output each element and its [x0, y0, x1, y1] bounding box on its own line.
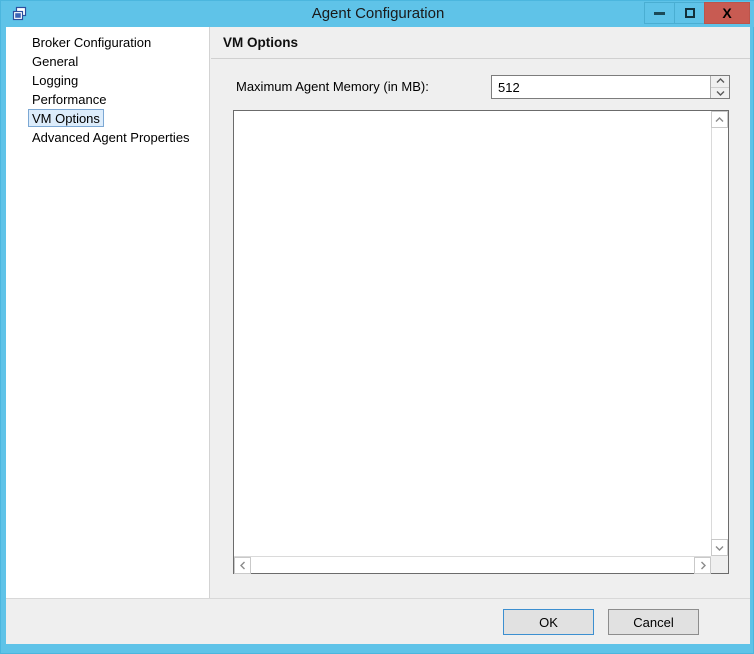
max-memory-row: Maximum Agent Memory (in MB):: [211, 75, 750, 99]
vm-options-textbox[interactable]: [233, 110, 729, 574]
chevron-up-icon: [715, 116, 724, 122]
spinner-buttons: [710, 76, 729, 98]
maximize-button[interactable]: [674, 2, 705, 24]
ok-button[interactable]: OK: [503, 609, 594, 635]
vertical-scrollbar[interactable]: [711, 111, 728, 556]
nav-row: Broker Configuration: [28, 33, 208, 52]
spinner-down-button[interactable]: [711, 87, 729, 98]
sidebar-item-general[interactable]: General: [28, 52, 82, 70]
max-memory-input[interactable]: [492, 76, 710, 98]
scroll-right-button[interactable]: [694, 557, 711, 574]
max-memory-spinner[interactable]: [491, 75, 730, 99]
cancel-button[interactable]: Cancel: [608, 609, 699, 635]
vm-options-text-area[interactable]: [234, 111, 711, 556]
settings-nav-pane: Broker Configuration General Logging Per…: [6, 27, 210, 598]
minimize-icon: [654, 11, 665, 15]
dialog-footer: OK Cancel: [6, 598, 750, 644]
content-header: VM Options: [211, 27, 750, 59]
spinner-up-button[interactable]: [711, 76, 729, 88]
max-memory-label: Maximum Agent Memory (in MB):: [236, 79, 429, 94]
settings-nav-list: Broker Configuration General Logging Per…: [28, 33, 208, 147]
vertical-scroll-track[interactable]: [712, 128, 728, 539]
sidebar-item-advanced-agent-properties[interactable]: Advanced Agent Properties: [28, 128, 194, 146]
nav-row: Performance: [28, 90, 208, 109]
close-button[interactable]: X: [704, 2, 750, 24]
nav-row: Logging: [28, 71, 208, 90]
maximize-icon: [684, 8, 695, 18]
horizontal-scroll-track[interactable]: [251, 557, 694, 573]
scroll-left-button[interactable]: [234, 557, 251, 574]
sidebar-item-performance[interactable]: Performance: [28, 90, 110, 108]
nav-row: Advanced Agent Properties: [28, 128, 208, 147]
chevron-right-icon: [700, 561, 706, 570]
sidebar-item-broker-configuration[interactable]: Broker Configuration: [28, 33, 155, 51]
settings-content-pane: VM Options Maximum Agent Memory (in MB):: [211, 27, 750, 598]
sidebar-item-vm-options[interactable]: VM Options: [28, 109, 104, 127]
scroll-down-button[interactable]: [711, 539, 728, 556]
minimize-button[interactable]: [644, 2, 675, 24]
chevron-down-icon: [715, 545, 724, 551]
horizontal-scrollbar[interactable]: [234, 556, 711, 574]
nav-row: General: [28, 52, 208, 71]
scroll-up-button[interactable]: [711, 111, 728, 128]
dialog-client-area: Broker Configuration General Logging Per…: [6, 27, 750, 644]
scrollbar-corner: [711, 556, 728, 573]
window-controls: X: [644, 2, 750, 24]
chevron-up-icon: [716, 78, 724, 84]
nav-row: VM Options: [28, 109, 208, 128]
sidebar-item-logging[interactable]: Logging: [28, 71, 82, 89]
page-title: VM Options: [223, 35, 298, 50]
dialog-window: Agent Configuration X Broker Configurati…: [0, 0, 754, 654]
window-title: Agent Configuration: [311, 5, 445, 22]
chevron-left-icon: [239, 561, 245, 570]
title-bar: Agent Configuration X: [1, 1, 754, 27]
chevron-down-icon: [716, 90, 724, 96]
